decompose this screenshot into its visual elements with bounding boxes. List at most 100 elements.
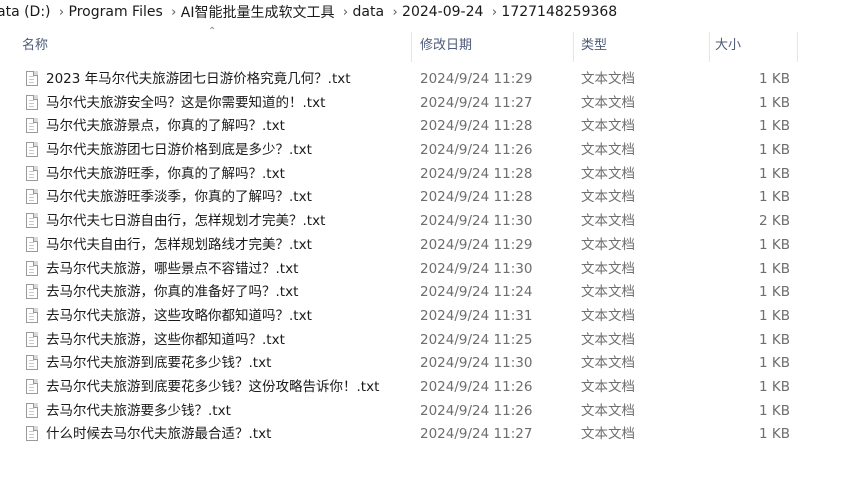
file-type: 文本文档 [581, 355, 635, 372]
file-type: 文本文档 [581, 236, 635, 253]
file-date: 2024/9/24 11:30 [420, 260, 533, 277]
column-date-label: 修改日期 [420, 38, 473, 53]
text-file-icon [26, 260, 38, 276]
file-date: 2024/9/24 11:29 [420, 236, 533, 253]
file-date: 2024/9/24 11:24 [420, 284, 533, 301]
file-row[interactable]: 马尔代夫旅游景点，你真的了解吗？.txt 2024/9/24 11:28 文本文档 1… [0, 114, 854, 138]
file-name: 去马尔代夫旅游，你真的准备好了吗？.txt [46, 284, 299, 301]
file-date: 2024/9/24 11:31 [420, 307, 533, 324]
file-name: 什么时候去马尔代夫旅游最合适？.txt [46, 426, 272, 443]
file-size: 1 KB [759, 402, 790, 419]
text-file-icon [26, 71, 38, 86]
file-row[interactable]: 2023 年马尔代夫旅游团七日游价格究竟几何？.txt 2024/9/24 11:… [0, 67, 854, 91]
file-type: 文本文档 [581, 142, 635, 159]
file-row[interactable]: 去马尔代夫旅游到底要花多少钱？这份攻略告诉你！.txt 2024/9/24 11:… [0, 375, 854, 399]
file-size: 1 KB [759, 307, 790, 324]
column-type-label: 类型 [581, 38, 608, 53]
file-row[interactable]: 去马尔代夫旅游到底要花多少钱？.txt 2024/9/24 11:30 文本文档 1 … [0, 351, 854, 375]
breadcrumb-item[interactable]: Program Files [67, 4, 165, 20]
file-size: 2 KB [759, 213, 790, 230]
file-type: 文本文档 [581, 284, 635, 301]
file-name: 马尔代夫旅游团七日游价格到底是多少？.txt [46, 142, 312, 159]
text-file-icon [26, 165, 38, 181]
column-header-type[interactable]: 类型 [577, 32, 711, 60]
column-divider[interactable] [797, 32, 798, 62]
file-type: 文本文档 [581, 71, 635, 87]
file-name: 马尔代夫自由行，怎样规划路线才完美？.txt [46, 236, 312, 253]
file-row[interactable]: 马尔代夫旅游团七日游价格到底是多少？.txt 2024/9/24 11:26 文本文… [0, 138, 854, 162]
file-row[interactable]: 去马尔代夫旅游，这些攻略你都知道吗？.txt 2024/9/24 11:31 文本文… [0, 304, 854, 328]
text-file-icon [26, 378, 38, 394]
text-file-icon [26, 426, 38, 442]
file-date: 2024/9/24 11:28 [420, 118, 533, 135]
file-date: 2024/9/24 11:26 [420, 378, 533, 395]
file-row[interactable]: 去马尔代夫旅游要多少钱？.txt 2024/9/24 11:26 文本文档 1 KB [0, 399, 854, 423]
file-row[interactable]: 马尔代夫七日游自由行，怎样规划才完美？.txt 2024/9/24 11:30 文本… [0, 209, 854, 233]
file-date: 2024/9/24 11:27 [420, 426, 533, 443]
column-header-size[interactable]: 大小 [711, 32, 801, 60]
breadcrumb-item[interactable]: AI智能批量生成软文工具 [179, 2, 337, 22]
file-row[interactable]: 去马尔代夫旅游，哪些景点不容错过？.txt 2024/9/24 11:30 文本文档… [0, 257, 854, 281]
file-size: 1 KB [759, 142, 790, 159]
file-date: 2024/9/24 11:30 [420, 355, 533, 372]
file-size: 1 KB [759, 118, 790, 135]
column-divider[interactable] [573, 32, 574, 62]
file-name: 去马尔代夫旅游，这些你都知道吗？.txt [46, 331, 285, 348]
text-file-icon [26, 307, 38, 323]
file-name: 去马尔代夫旅游，哪些景点不容错过？.txt [46, 260, 299, 277]
breadcrumb: ata (D:) › Program Files › AI智能批量生成软文工具 › data… [0, 0, 854, 24]
breadcrumb-item[interactable]: data [351, 4, 387, 20]
file-date: 2024/9/24 11:27 [420, 94, 533, 111]
file-list: 2023 年马尔代夫旅游团七日游价格究竟几何？.txt 2024/9/24 11:… [0, 67, 854, 446]
column-header: ⌃ 名称 修改日期 类型 大小 [0, 26, 854, 62]
file-size: 1 KB [759, 94, 790, 111]
column-divider[interactable] [709, 32, 710, 62]
file-date: 2024/9/24 11:26 [420, 402, 533, 419]
column-header-name[interactable]: 名称 [18, 32, 412, 60]
file-type: 文本文档 [581, 165, 635, 182]
file-date: 2024/9/24 11:26 [420, 142, 533, 159]
file-type: 文本文档 [581, 189, 635, 206]
file-size: 1 KB [759, 284, 790, 301]
text-file-icon [26, 189, 38, 205]
file-size: 1 KB [759, 426, 790, 443]
file-row[interactable]: 马尔代夫旅游旺季，你真的了解吗？.txt 2024/9/24 11:28 文本文档 1… [0, 162, 854, 186]
file-size: 1 KB [759, 71, 790, 87]
file-size: 1 KB [759, 331, 790, 348]
text-file-icon [26, 284, 38, 300]
file-row[interactable]: 去马尔代夫旅游，这些你都知道吗？.txt 2024/9/24 11:25 文本文档 1… [0, 328, 854, 352]
file-date: 2024/9/24 11:29 [420, 71, 533, 87]
file-row[interactable]: 马尔代夫旅游安全吗？这是你需要知道的！.txt 2024/9/24 11:27 文本… [0, 91, 854, 115]
file-row[interactable]: 什么时候去马尔代夫旅游最合适？.txt 2024/9/24 11:27 文本文档 1 … [0, 422, 854, 446]
file-date: 2024/9/24 11:30 [420, 213, 533, 230]
file-type: 文本文档 [581, 331, 635, 348]
file-type: 文本文档 [581, 213, 635, 230]
file-name: 去马尔代夫旅游到底要花多少钱？.txt [46, 355, 272, 372]
column-header-date[interactable]: 修改日期 [416, 32, 576, 60]
column-divider[interactable] [411, 32, 412, 62]
file-row[interactable]: 马尔代夫旅游旺季淡季，你真的了解吗？.txt 2024/9/24 11:28 文本文… [0, 185, 854, 209]
file-name: 马尔代夫旅游旺季淡季，你真的了解吗？.txt [46, 189, 312, 206]
file-date: 2024/9/24 11:28 [420, 165, 533, 182]
file-size: 1 KB [759, 189, 790, 206]
file-date: 2024/9/24 11:25 [420, 331, 533, 348]
file-name: 马尔代夫旅游旺季，你真的了解吗？.txt [46, 165, 285, 182]
breadcrumb-item[interactable]: 1727148259368 [499, 4, 619, 20]
file-size: 1 KB [759, 378, 790, 395]
file-row[interactable]: 马尔代夫自由行，怎样规划路线才完美？.txt 2024/9/24 11:29 文本文… [0, 233, 854, 257]
file-type: 文本文档 [581, 402, 635, 419]
file-size: 1 KB [759, 260, 790, 277]
file-type: 文本文档 [581, 378, 635, 395]
file-size: 1 KB [759, 355, 790, 372]
file-type: 文本文档 [581, 260, 635, 277]
file-name: 马尔代夫旅游安全吗？这是你需要知道的！.txt [46, 94, 326, 111]
file-name: 去马尔代夫旅游，这些攻略你都知道吗？.txt [46, 307, 312, 324]
file-name: 去马尔代夫旅游到底要花多少钱？这份攻略告诉你！.txt [46, 378, 380, 395]
file-name: 去马尔代夫旅游要多少钱？.txt [46, 402, 231, 419]
breadcrumb-item[interactable]: 2024-09-24 [400, 4, 485, 20]
file-type: 文本文档 [581, 118, 635, 135]
file-name: 2023 年马尔代夫旅游团七日游价格究竟几何？.txt [46, 71, 351, 87]
file-date: 2024/9/24 11:28 [420, 189, 533, 206]
file-row[interactable]: 去马尔代夫旅游，你真的准备好了吗？.txt 2024/9/24 11:24 文本文档… [0, 280, 854, 304]
breadcrumb-item[interactable]: ata (D:) [0, 4, 53, 20]
